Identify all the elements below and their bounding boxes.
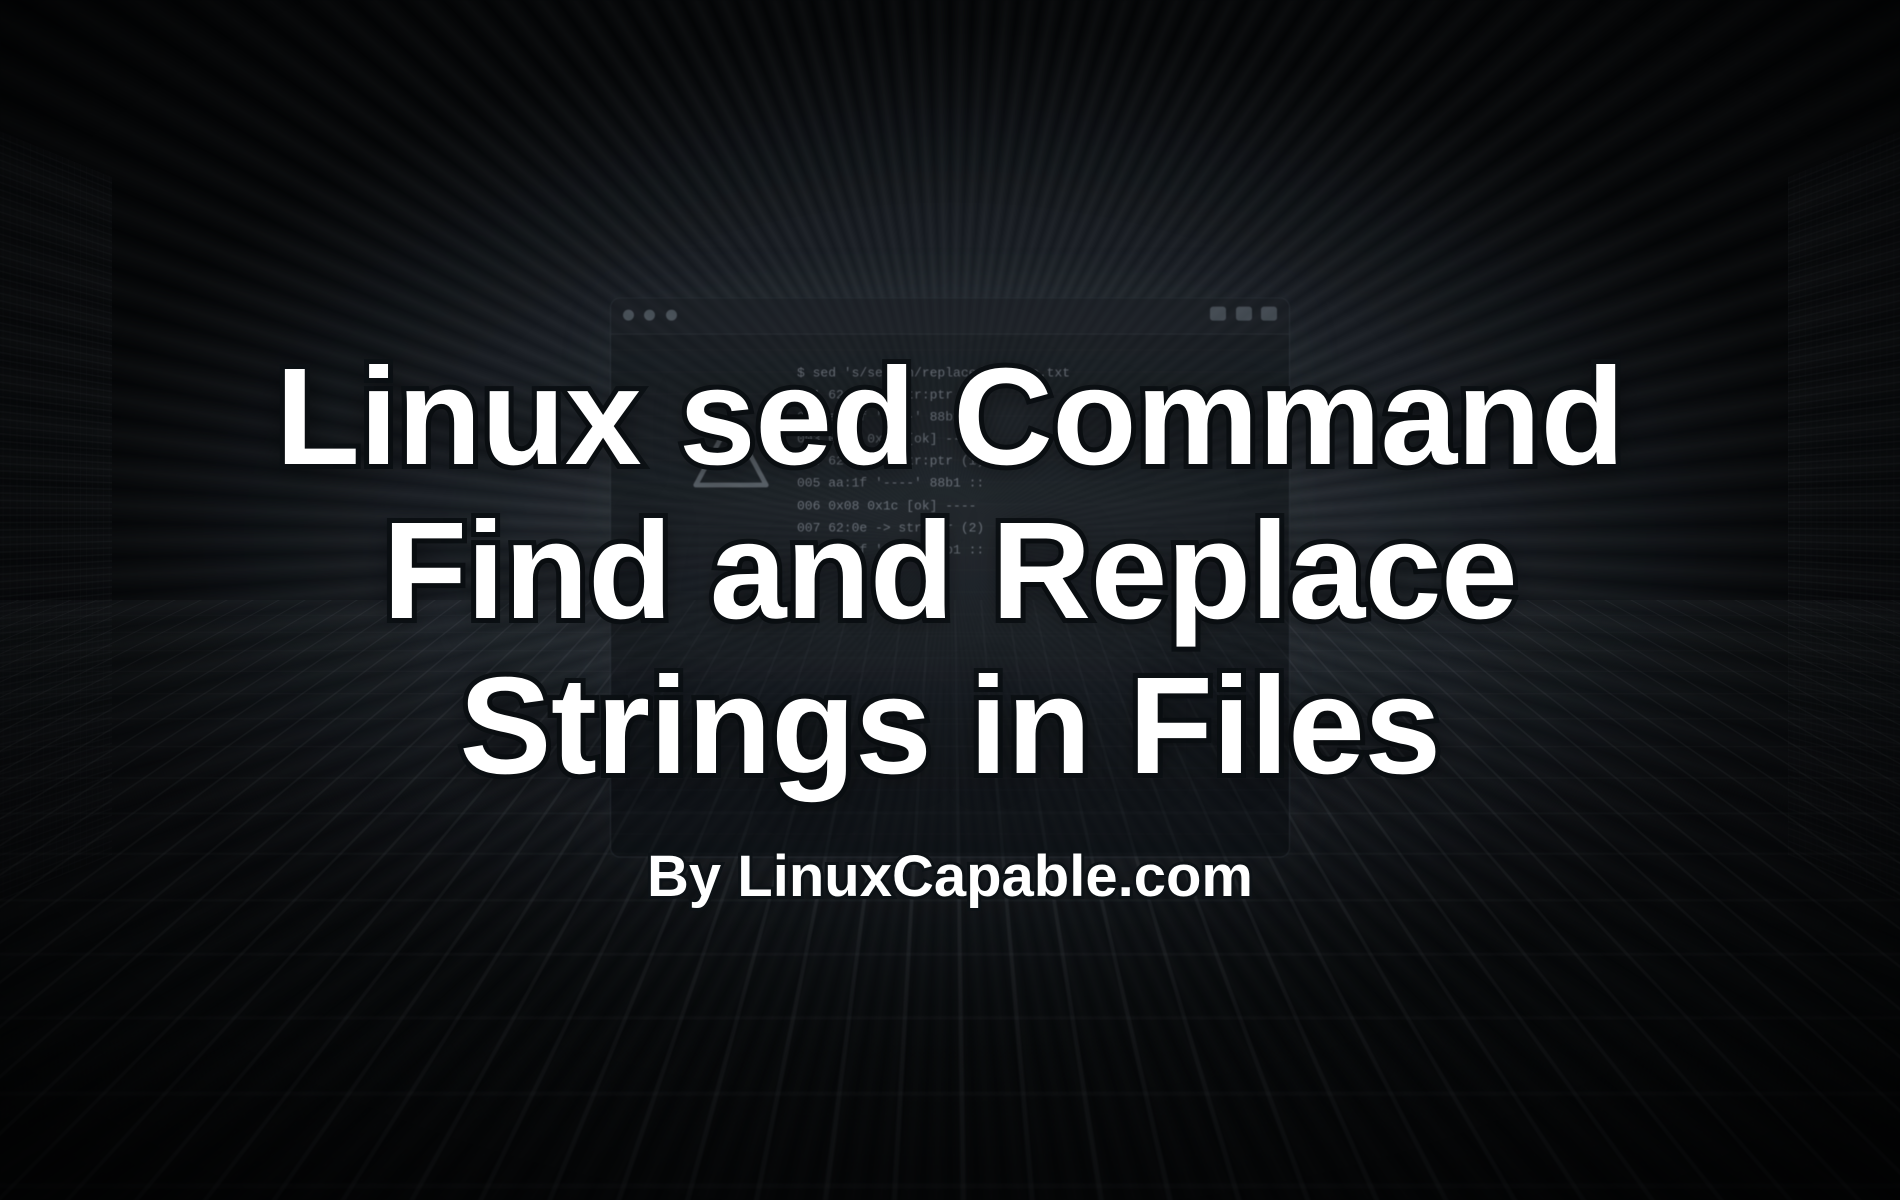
main-title: Linux sed Command Find and Replace Strin… [276,340,1625,804]
title-line: Linux sed Command [276,340,1625,494]
headline-block: Linux sed Command Find and Replace Strin… [276,290,1625,911]
title-line: Find and Replace [383,494,1518,648]
title-line: Strings in Files [459,649,1440,803]
byline-text: By LinuxCapable.com [276,843,1625,910]
